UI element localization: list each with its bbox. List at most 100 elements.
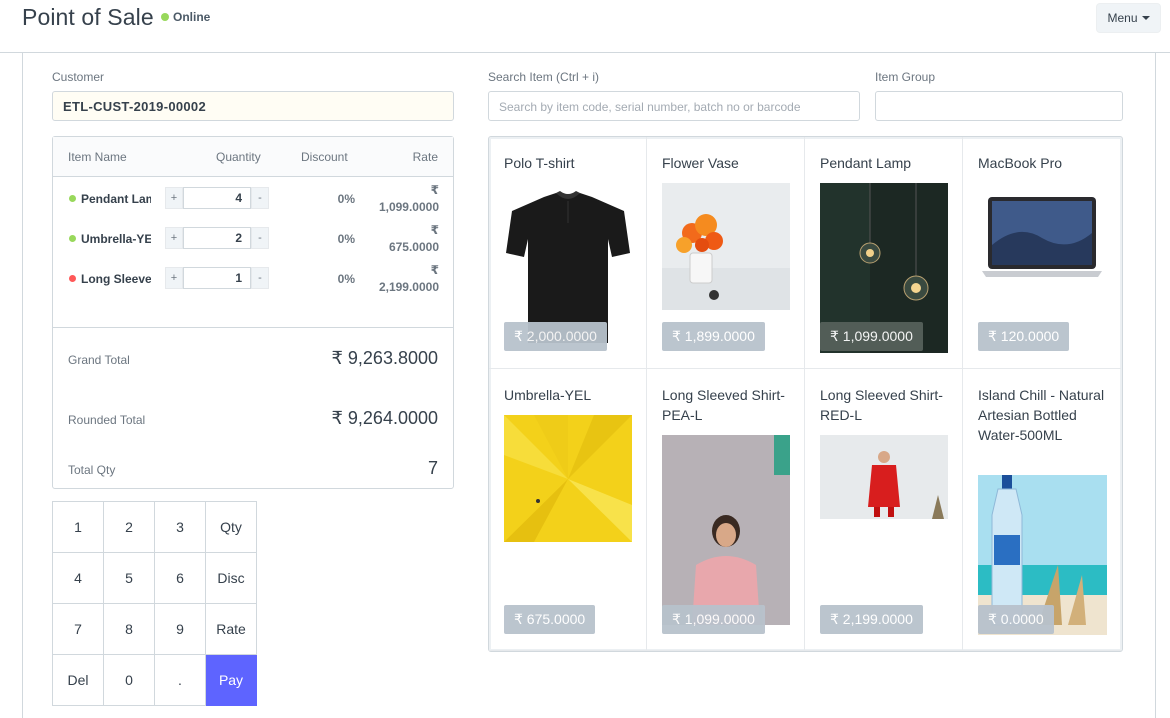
item-price: ₹ 1,099.0000 [662, 605, 765, 634]
col-discount: Discount [301, 150, 348, 164]
numpad-key-9[interactable]: 9 [155, 604, 206, 655]
item-name: Flower Vase [662, 155, 739, 171]
search-input[interactable]: Search by item code, serial number, batc… [488, 91, 860, 121]
qty-plus-button[interactable]: + [165, 187, 183, 209]
qty-minus-button[interactable]: - [251, 227, 269, 249]
qty-input[interactable]: 1 [183, 267, 251, 289]
pay-button[interactable]: Pay [206, 655, 257, 706]
cart-item-discount: 0% [337, 272, 355, 286]
numpad-key-5[interactable]: 5 [104, 553, 155, 604]
col-item-name: Item Name [68, 150, 127, 164]
item-group-input[interactable] [875, 91, 1123, 121]
quantity-stepper: + 1 - [165, 267, 269, 289]
cart-item-discount: 0% [337, 192, 355, 206]
customer-label: Customer [52, 70, 105, 84]
item-name: Long Sleeved Shirt-PEA-L [662, 387, 785, 423]
page-title: Point of Sale [22, 4, 154, 30]
rounded-total-label: Rounded Total [68, 413, 146, 427]
qty-minus-button[interactable]: - [251, 267, 269, 289]
item-card[interactable]: Polo T-shirt ₹ 2,000.0000 [489, 137, 647, 369]
stock-dot-icon [69, 195, 76, 202]
customer-input[interactable]: ETL-CUST-2019-00002 [52, 91, 454, 121]
col-quantity: Quantity [216, 150, 261, 164]
qty-plus-button[interactable]: + [165, 227, 183, 249]
item-price: ₹ 120.0000 [978, 322, 1070, 351]
cart-row[interactable]: Long Sleeved Shirt-RED-L + 1 - 0% ₹ 2,19… [53, 258, 453, 298]
cart-item-rate: 1,099.0000 [378, 200, 439, 214]
numpad-key-4[interactable]: 4 [53, 553, 104, 604]
numpad-key-3[interactable]: 3 [155, 502, 206, 553]
stock-dot-icon [69, 235, 76, 242]
online-dot-icon [161, 13, 169, 21]
numpad-key-disc[interactable]: Disc [206, 553, 257, 604]
item-price: ₹ 675.0000 [504, 605, 596, 634]
item-card[interactable]: Flower Vase ₹ 1,899.0000 [647, 137, 805, 369]
item-name: Polo T-shirt [504, 155, 575, 171]
item-card[interactable]: MacBook Pro ₹ 120.0000 [963, 137, 1121, 369]
item-price: ₹ 1,899.0000 [662, 322, 765, 351]
quantity-stepper: + 4 - [165, 187, 269, 209]
page-header: Point of Sale Online Menu [0, 0, 1170, 53]
currency-symbol: ₹ [430, 223, 439, 237]
currency-symbol: ₹ [430, 263, 439, 277]
qty-plus-button[interactable]: + [165, 267, 183, 289]
menu-button-label: Menu [1107, 11, 1138, 25]
cart-item-name: Umbrella-YEL [81, 232, 151, 246]
item-name: Island Chill - Natural Artesian Bottled … [978, 387, 1105, 443]
cart-row[interactable]: Umbrella-YEL + 2 - 0% ₹ 675.0000 [53, 218, 453, 258]
cart-panel: Item Name Quantity Discount Rate Pendant… [52, 136, 454, 489]
qty-input[interactable]: 2 [183, 227, 251, 249]
total-qty-label: Total Qty [68, 463, 116, 477]
numpad-key-0[interactable]: 0 [104, 655, 155, 706]
cart-item-name: Long Sleeved Shirt-RED-L [81, 272, 151, 286]
item-card[interactable]: Island Chill - Natural Artesian Bottled … [963, 369, 1121, 651]
cart-row[interactable]: Pendant Lamp + 4 - 0% ₹ 1,099.0000 [53, 178, 453, 218]
item-price: ₹ 1,099.0000 [820, 322, 923, 351]
grand-total-value: ₹ 9,263.8000 [331, 348, 438, 368]
numpad-key-2[interactable]: 2 [104, 502, 155, 553]
item-name: MacBook Pro [978, 155, 1063, 171]
quantity-stepper: + 2 - [165, 227, 269, 249]
online-status-label: Online [173, 10, 211, 24]
item-name: Long Sleeved Shirt-RED-L [820, 387, 943, 423]
item-card[interactable]: Umbrella-YEL ₹ 675.0000 [489, 369, 647, 651]
cart-item-name: Pendant Lamp [81, 192, 151, 206]
qty-input[interactable]: 4 [183, 187, 251, 209]
item-grid: Polo T-shirt ₹ 2,000.0000 Flower Vase ₹ … [488, 136, 1123, 652]
cart-totals: Grand Total ₹ 9,263.8000 Rounded Total ₹… [53, 327, 453, 488]
item-price: ₹ 2,199.0000 [820, 605, 923, 634]
numpad-key-7[interactable]: 7 [53, 604, 104, 655]
currency-symbol: ₹ [430, 183, 439, 197]
numpad-key-1[interactable]: 1 [53, 502, 104, 553]
qty-minus-button[interactable]: - [251, 187, 269, 209]
numpad-key-rate[interactable]: Rate [206, 604, 257, 655]
cart-item-discount: 0% [337, 232, 355, 246]
rounded-total-value: ₹ 9,264.0000 [331, 408, 438, 428]
menu-button[interactable]: Menu [1096, 3, 1161, 33]
item-name: Umbrella-YEL [504, 387, 592, 403]
item-card[interactable]: Long Sleeved Shirt-RED-L ₹ 2,199.0000 [805, 369, 963, 651]
numpad-key-dot[interactable]: . [155, 655, 206, 706]
numpad: 1 2 3 Qty 4 5 6 Disc 7 8 9 Rate Del 0 . … [52, 501, 257, 706]
red-shirt-image [820, 435, 948, 519]
numpad-key-del[interactable]: Del [53, 655, 104, 706]
item-price: ₹ 0.0000 [978, 605, 1054, 634]
numpad-key-6[interactable]: 6 [155, 553, 206, 604]
search-label: Search Item (Ctrl + i) [488, 70, 600, 84]
umbrella-image [504, 415, 632, 542]
cart-item-rate: 675.0000 [388, 240, 439, 254]
caret-down-icon [1141, 16, 1150, 20]
item-card[interactable]: Pendant Lamp ₹ 1,099.0000 [805, 137, 963, 369]
numpad-key-qty[interactable]: Qty [206, 502, 257, 553]
cart-header: Item Name Quantity Discount Rate [53, 137, 453, 177]
item-price: ₹ 2,000.0000 [504, 322, 607, 351]
online-status: Online [161, 10, 210, 24]
grand-total-label: Grand Total [68, 353, 130, 367]
cart-item-rate: 2,199.0000 [378, 280, 439, 294]
item-card[interactable]: Long Sleeved Shirt-PEA-L ₹ 1,099.0000 [647, 369, 805, 651]
total-qty-value: 7 [427, 458, 438, 478]
item-group-label: Item Group [875, 70, 936, 84]
numpad-key-8[interactable]: 8 [104, 604, 155, 655]
macbook-image [978, 183, 1106, 293]
flower-vase-image [662, 183, 790, 310]
